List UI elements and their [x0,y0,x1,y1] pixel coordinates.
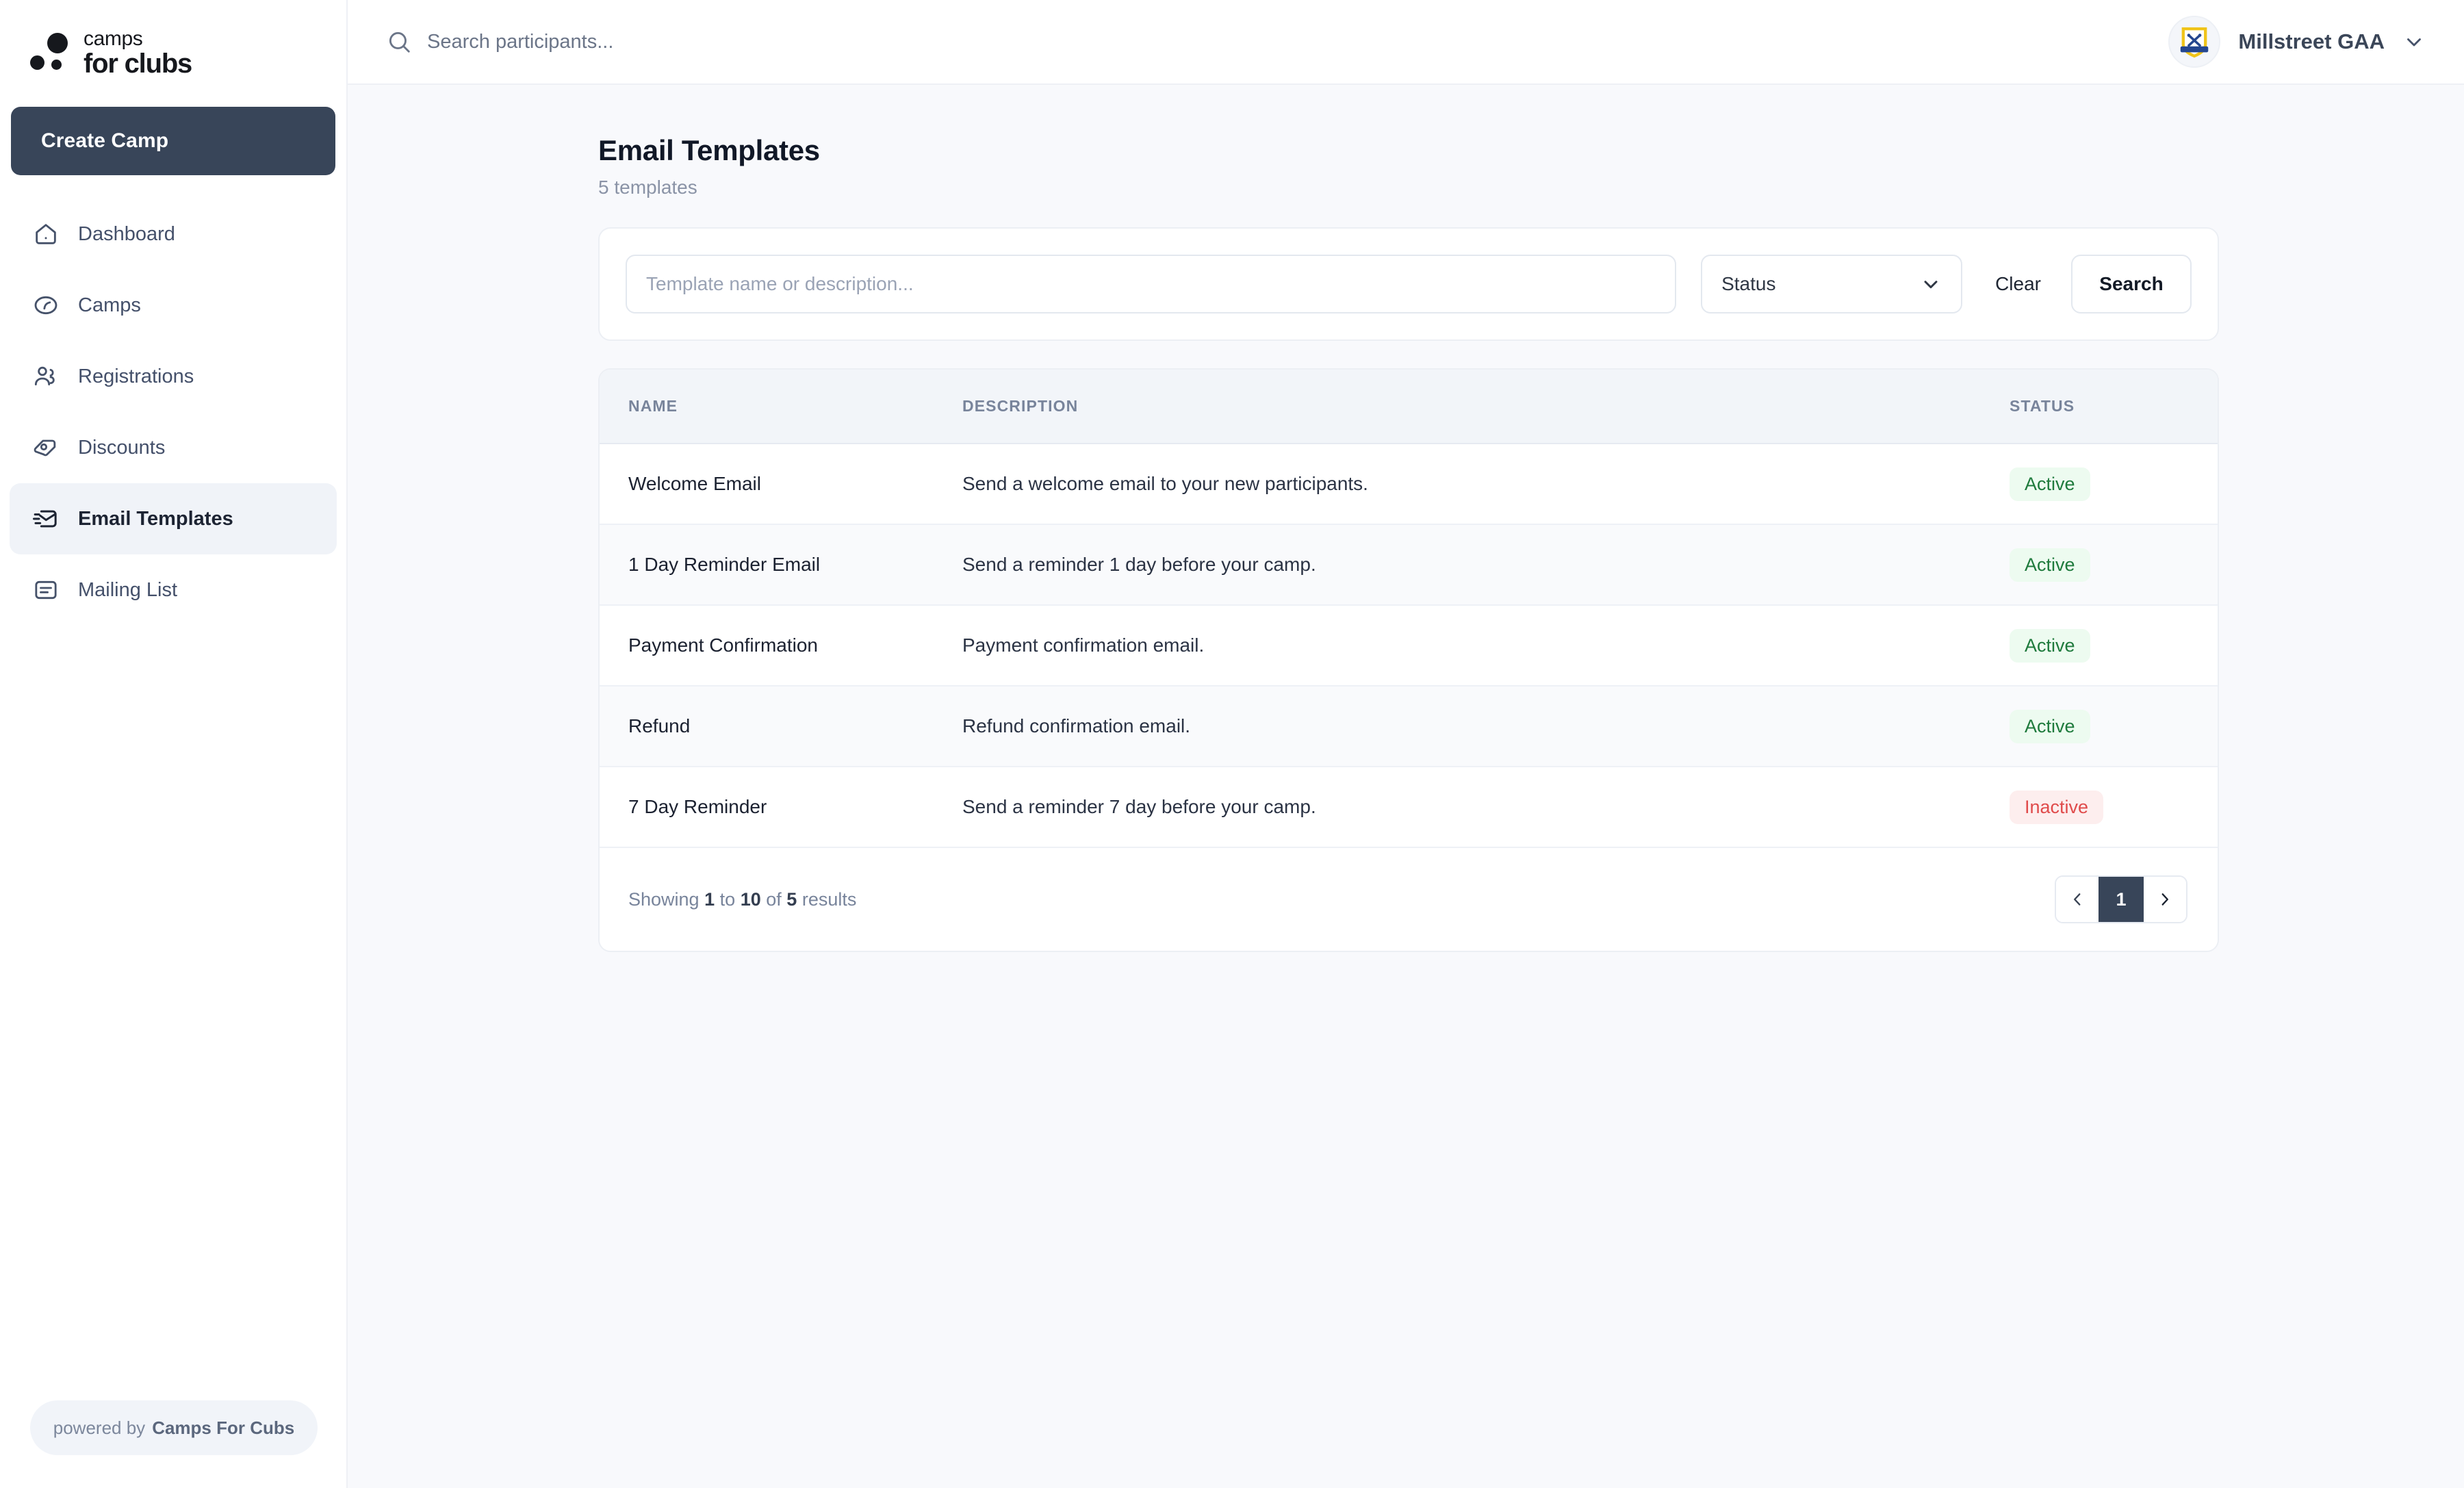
page-subtitle: 5 templates [598,177,2219,198]
cell-status: Active [2010,686,2219,767]
table-row[interactable]: 1 Day Reminder Email Send a reminder 1 d… [600,524,2219,605]
sidebar-spacer [0,626,346,1400]
templates-table-card: NAME DESCRIPTION STATUS Welcome Email Se… [598,368,2219,952]
pagination-prev-button[interactable] [2056,877,2099,922]
user-name: Millstreet GAA [2238,29,2385,54]
tent-icon [31,291,60,320]
app-root: camps for clubs Create Camp Dashboard [0,0,2464,1488]
cell-description: Send a reminder 7 day before your camp. [962,767,2010,847]
sidebar-item-dashboard[interactable]: Dashboard [10,198,337,270]
filter-bar: Status Clear Search [598,227,2219,341]
status-badge: Active [2010,710,2090,743]
cell-status: Active [2010,605,2219,686]
main-area: Millstreet GAA Email Templates 5 templat… [348,0,2464,1488]
table-head: NAME DESCRIPTION STATUS [600,370,2219,444]
powered-by-prefix: powered by [53,1418,145,1439]
showing-to: 10 [741,889,761,910]
cell-name: 7 Day Reminder [600,767,962,847]
showing-to-word: to [720,889,736,910]
global-search[interactable] [386,29,1043,55]
sidebar-nav: Dashboard Camps Registrations [0,198,346,626]
pagination-next-button[interactable] [2144,877,2186,922]
chevron-down-icon [1920,273,1942,295]
status-badge: Active [2010,548,2090,582]
chevron-down-icon[interactable] [2402,30,2426,53]
templates-table: NAME DESCRIPTION STATUS Welcome Email Se… [600,370,2219,848]
cell-name: Welcome Email [600,444,962,524]
sidebar-item-label: Email Templates [78,508,233,530]
sidebar-item-camps[interactable]: Camps [10,270,337,341]
pagination: 1 [2055,875,2187,923]
sidebar-item-discounts[interactable]: Discounts [10,412,337,483]
showing-results-word: results [802,889,857,910]
user-menu[interactable]: Millstreet GAA [2168,16,2426,68]
sidebar-item-label: Discounts [78,437,165,459]
cell-description: Refund confirmation email. [962,686,2010,767]
logo-line-2: for clubs [84,50,192,78]
showing-prefix: Showing [628,889,700,910]
sidebar: camps for clubs Create Camp Dashboard [0,0,348,1488]
pagination-page-1[interactable]: 1 [2099,877,2144,922]
clear-button[interactable]: Clear [1986,266,2051,302]
page-title: Email Templates [598,134,2219,167]
sidebar-item-label: Dashboard [78,223,175,246]
topbar: Millstreet GAA [348,0,2464,85]
chevron-right-icon [2156,890,2174,908]
status-badge: Inactive [2010,791,2103,824]
table-row[interactable]: Payment Confirmation Payment confirmatio… [600,605,2219,686]
sidebar-item-registrations[interactable]: Registrations [10,341,337,412]
tag-icon [31,433,60,462]
results-summary: Showing 1 to 10 of 5 results [628,889,856,910]
status-select-value: Status [1721,273,1775,295]
avatar [2168,16,2220,68]
status-badge: Active [2010,467,2090,501]
showing-from: 1 [704,889,715,910]
column-header-name: NAME [600,370,962,444]
column-header-description: DESCRIPTION [962,370,2010,444]
sidebar-item-mailing-list[interactable]: Mailing List [10,554,337,626]
status-badge: Active [2010,629,2090,663]
logo-dots-icon [30,33,71,71]
table-row[interactable]: Refund Refund confirmation email. Active [600,686,2219,767]
powered-by-brand: Camps For Cubs [152,1418,294,1439]
column-header-status: STATUS [2010,370,2219,444]
mail-icon [31,504,60,533]
sidebar-item-label: Registrations [78,365,194,388]
logo-line-1: camps [84,29,192,50]
table-row[interactable]: 7 Day Reminder Send a reminder 7 day bef… [600,767,2219,847]
create-camp-button[interactable]: Create Camp [11,107,335,175]
search-input[interactable] [427,31,1043,53]
sidebar-item-label: Mailing List [78,579,177,602]
cell-name: Payment Confirmation [600,605,962,686]
table-footer: Showing 1 to 10 of 5 results [600,848,2218,951]
chevron-left-icon [2068,890,2086,908]
home-icon [31,220,60,248]
table-body: Welcome Email Send a welcome email to yo… [600,444,2219,847]
cell-description: Send a welcome email to your new partici… [962,444,2010,524]
sidebar-item-email-templates[interactable]: Email Templates [10,483,337,554]
template-search-input[interactable] [626,255,1676,313]
cell-status: Inactive [2010,767,2219,847]
cell-status: Active [2010,524,2219,605]
cell-name: Refund [600,686,962,767]
powered-by-badge: powered by Camps For Cubs [30,1400,318,1455]
cell-status: Active [2010,444,2219,524]
status-select[interactable]: Status [1701,255,1962,313]
showing-total: 5 [786,889,797,910]
cell-description: Send a reminder 1 day before your camp. [962,524,2010,605]
brand-logo[interactable]: camps for clubs [0,0,346,88]
search-button[interactable]: Search [2071,255,2192,313]
table-row[interactable]: Welcome Email Send a welcome email to yo… [600,444,2219,524]
search-icon [386,29,412,55]
page-content: Email Templates 5 templates Status Clear [348,85,2464,1488]
cell-description: Payment confirmation email. [962,605,2010,686]
sidebar-item-label: Camps [78,294,141,317]
list-icon [31,576,60,604]
cell-name: 1 Day Reminder Email [600,524,962,605]
showing-of-word: of [766,889,782,910]
table-header-row: NAME DESCRIPTION STATUS [600,370,2219,444]
users-icon [31,362,60,391]
